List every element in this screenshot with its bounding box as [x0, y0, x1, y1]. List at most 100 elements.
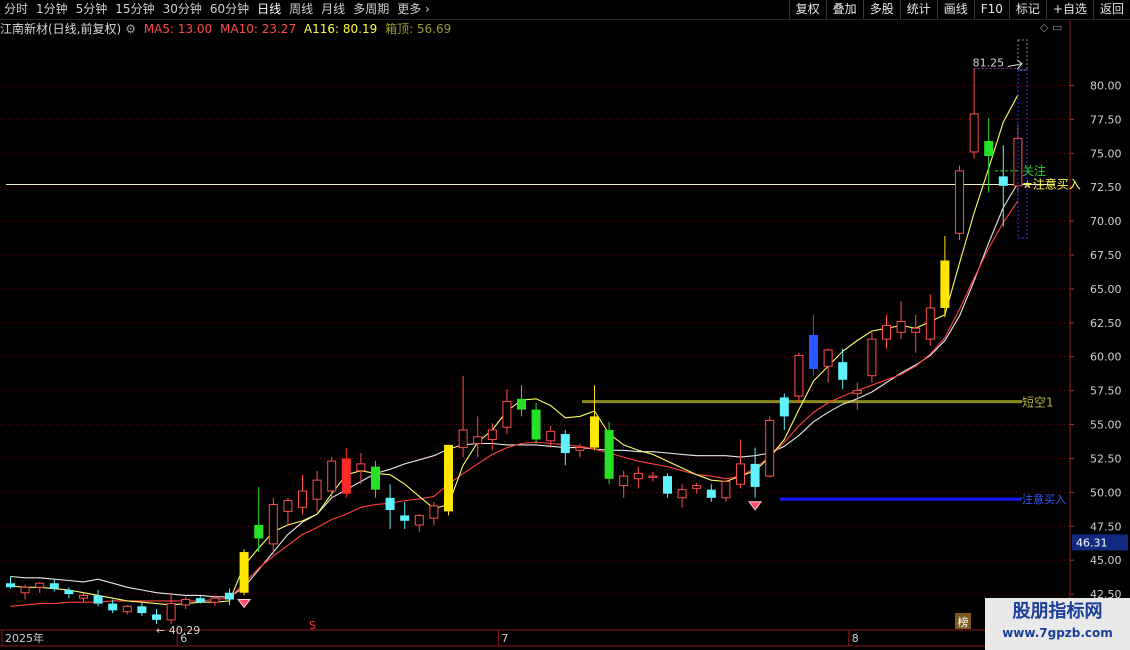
candle-body — [341, 458, 351, 494]
buy-label-top: ★注意买入 — [1022, 176, 1081, 191]
candle-body — [327, 460, 337, 492]
candle-body — [750, 463, 760, 487]
candle-body — [210, 597, 220, 603]
y-tick-label: 52.50 — [1090, 452, 1122, 465]
candle-body — [166, 603, 176, 621]
y-tick-label: 55.00 — [1090, 419, 1122, 432]
candle-body — [998, 176, 1008, 186]
y-tick-label: 77.50 — [1090, 113, 1122, 126]
candle-body — [809, 335, 818, 369]
candle-body — [283, 500, 293, 512]
y-tick-label: 45.00 — [1090, 554, 1122, 567]
candle-body — [35, 582, 45, 588]
candle-body — [706, 489, 716, 498]
candlestick-chart[interactable]: 42.5045.0047.5050.0052.5055.0057.5060.00… — [0, 0, 1130, 650]
x-tick-label: 8 — [852, 632, 859, 645]
signal-diamond-icon — [237, 598, 252, 609]
candle-body — [137, 606, 147, 614]
y-tick-label: 65.00 — [1090, 283, 1122, 296]
candle-body — [984, 141, 994, 156]
candle-body — [604, 429, 614, 479]
bang-marker: 榜 — [958, 615, 969, 629]
candle-body — [896, 320, 906, 333]
candle-body — [560, 434, 570, 454]
candle-body — [765, 419, 775, 477]
candle-body — [108, 603, 118, 611]
candle-body — [546, 430, 556, 442]
candle-body — [195, 598, 205, 603]
candle-body — [254, 524, 264, 539]
candle-body — [79, 594, 88, 599]
candle-body — [925, 307, 935, 340]
y-tick-label: 70.00 — [1090, 215, 1122, 228]
candle-body — [93, 595, 103, 604]
candle-body — [911, 327, 921, 333]
candle-body — [429, 505, 439, 519]
candle-body — [268, 504, 278, 545]
s-marker: S — [309, 619, 316, 632]
y-tick-label: 62.50 — [1090, 317, 1122, 330]
ma-red-line — [10, 200, 1019, 607]
y-tick-label: 75.00 — [1090, 147, 1122, 160]
candle-body — [692, 485, 702, 489]
x-tick-label: 2025年 — [5, 631, 44, 645]
candle-body — [867, 338, 877, 377]
candle-body — [400, 515, 410, 521]
ma-white-line — [10, 182, 1019, 598]
y-tick-label: 50.00 — [1090, 486, 1122, 499]
y-tick-label: 47.50 — [1090, 520, 1122, 533]
candle-body — [444, 444, 453, 512]
candle-body — [20, 586, 30, 594]
candle-body — [6, 583, 15, 588]
candle-body — [633, 472, 643, 480]
candle-body — [663, 476, 672, 494]
ma-yellow-line — [10, 94, 1019, 606]
candle-body — [473, 436, 483, 445]
candle-body — [955, 170, 964, 234]
candle-body — [239, 552, 249, 593]
current-price-label: 46.31 — [1076, 536, 1108, 549]
watermark-url: www.7gpzb.com — [1002, 626, 1113, 640]
candle-body — [852, 390, 862, 394]
max-price-label: 81.25 — [973, 57, 1005, 70]
candle-body — [969, 113, 979, 153]
candle-body — [181, 599, 191, 606]
y-tick-label: 80.00 — [1090, 79, 1122, 92]
candle-body — [298, 490, 307, 508]
candle-body — [312, 479, 322, 500]
x-tick-label: 7 — [501, 632, 508, 645]
attention-label: 关注 — [1022, 163, 1046, 178]
candle-body — [794, 354, 804, 397]
buy-label-bottom: 注意买入 — [1022, 492, 1066, 506]
candle-body — [882, 325, 891, 340]
candle-body — [502, 400, 512, 428]
candle-body — [531, 409, 541, 440]
candle-body — [356, 463, 366, 472]
candle-body — [736, 463, 745, 485]
candle-body — [940, 260, 950, 308]
max-arrow-icon — [1007, 59, 1024, 70]
box-top-label: 短空1 — [1022, 396, 1054, 410]
candle-body — [590, 416, 599, 448]
signal-diamond-icon — [748, 501, 763, 511]
candle-body — [648, 475, 658, 478]
projection-box — [1017, 39, 1028, 71]
candle-body — [721, 481, 731, 499]
y-tick-label: 67.50 — [1090, 249, 1122, 262]
candle-body — [414, 514, 424, 526]
y-tick-label: 72.50 — [1090, 181, 1122, 194]
candle-body — [371, 466, 380, 490]
y-tick-label: 60.00 — [1090, 351, 1122, 364]
candle-body — [152, 614, 161, 620]
candle-body — [385, 497, 395, 510]
candle-body — [619, 475, 629, 487]
candle-body — [49, 583, 59, 589]
min-price-label: ← 40.29 — [156, 624, 200, 637]
y-tick-label: 57.50 — [1090, 385, 1122, 398]
candle-body — [487, 429, 497, 440]
candle-body — [838, 362, 848, 380]
candle-body — [122, 605, 132, 613]
candle-body — [64, 590, 74, 595]
candle-body — [517, 398, 526, 410]
candle-body — [575, 447, 585, 451]
